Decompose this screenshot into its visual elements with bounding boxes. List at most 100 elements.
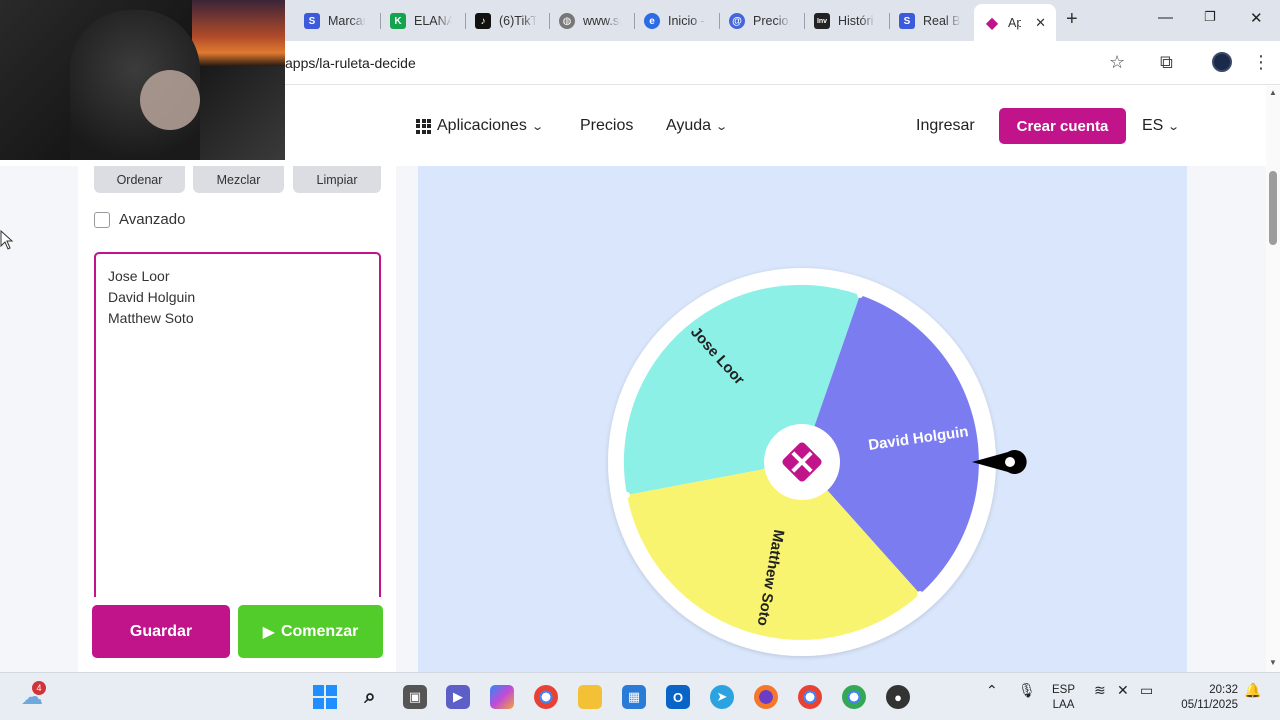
tab-favicon: S xyxy=(899,13,915,29)
language-top: ESP xyxy=(1052,684,1076,696)
chrome-alt-icon[interactable] xyxy=(842,685,866,709)
tab-title: Marcar xyxy=(328,14,366,28)
ruleta-logo-icon: ◆ xyxy=(985,14,999,32)
sort-button[interactable]: Ordenar xyxy=(94,166,185,193)
start-windows-icon[interactable] xyxy=(313,685,337,709)
save-button[interactable]: Guardar xyxy=(92,605,230,658)
tab-active-app[interactable]: ◆ Ap ✕ xyxy=(974,4,1056,41)
apps-grid-icon xyxy=(416,118,431,134)
nav-help-label: Ayuda xyxy=(666,117,712,134)
shuffle-button[interactable]: Mezclar xyxy=(193,166,284,193)
names-textarea[interactable]: Jose Loor David Holguin Matthew Soto xyxy=(94,252,381,597)
search-icon[interactable]: ⌕ xyxy=(358,685,382,709)
tab-tiktok[interactable]: ♪ (6)TikTok xyxy=(465,6,547,36)
clock[interactable]: 20:32 05/11/2025 xyxy=(1172,683,1238,713)
extensions-icon[interactable]: ⧉ xyxy=(1160,52,1173,73)
chevron-down-icon: ⌄ xyxy=(715,120,729,133)
menu-kebab-icon[interactable]: ⋮ xyxy=(1252,52,1270,73)
nav-apps-dropdown[interactable]: Aplicaciones ⌄ xyxy=(416,117,544,135)
tab-inicio[interactable]: e Inicio - xyxy=(634,6,716,36)
wheel-area: Jose Loor David Holguin Matthew Soto xyxy=(418,166,1187,672)
outlook-icon[interactable]: O xyxy=(666,685,690,709)
tab-favicon: S xyxy=(304,13,320,29)
play-icon: ▶ xyxy=(262,623,275,641)
name-line: Matthew Soto xyxy=(108,310,194,326)
teams-icon[interactable]: ▶ xyxy=(446,685,470,709)
tab-title: Ap xyxy=(1008,15,1022,30)
chevron-up-icon[interactable]: ⌃ xyxy=(986,683,998,698)
tab-favicon: e xyxy=(644,13,660,29)
start-button[interactable]: ▶ Comenzar xyxy=(238,605,383,658)
new-tab-button[interactable]: + xyxy=(1066,8,1078,31)
main-content: Ordenar Mezclar Limpiar Avanzado Jose Lo… xyxy=(0,166,1266,672)
scrollbar-thumb[interactable] xyxy=(1269,171,1277,245)
chevron-down-icon: ⌄ xyxy=(1167,120,1181,133)
login-link[interactable]: Ingresar xyxy=(916,117,975,135)
language-bottom: LAA xyxy=(1052,699,1075,711)
mouse-cursor-icon xyxy=(0,230,14,250)
close-window-button[interactable]: ✕ xyxy=(1250,9,1263,27)
store-icon[interactable]: ▦ xyxy=(622,685,646,709)
tab-www[interactable]: ◍ www.sc xyxy=(549,6,631,36)
name-line: David Holguin xyxy=(108,289,196,305)
tab-marcar[interactable]: S Marcar xyxy=(294,6,376,36)
telegram-icon[interactable]: ➤ xyxy=(710,685,734,709)
chevron-down-icon: ⌄ xyxy=(530,120,544,133)
windows-taskbar: ☁ 4 ⌕ ▣ ▶ ▦ O ➤ ● ⌃ 🎙 ESP LAA ≋ ✕ ▭ 20:3… xyxy=(0,672,1280,720)
obs-icon[interactable]: ● xyxy=(886,685,910,709)
tab-title: Históri xyxy=(838,14,874,28)
advanced-label: Avanzado xyxy=(119,211,186,228)
bookmark-star-icon[interactable]: ☆ xyxy=(1109,52,1125,73)
notification-bell-icon[interactable]: 🔔 xyxy=(1244,683,1261,698)
names-panel: Ordenar Mezclar Limpiar Avanzado Jose Lo… xyxy=(78,166,396,672)
copilot-icon[interactable] xyxy=(490,685,514,709)
tab-historico[interactable]: Inv Históri xyxy=(804,6,886,36)
language-selector[interactable]: ES ⌄ xyxy=(1142,117,1181,135)
microphone-icon[interactable]: 🎙 xyxy=(1018,683,1036,698)
tab-real-be[interactable]: S Real Be xyxy=(889,6,971,36)
scroll-up-icon[interactable]: ▲ xyxy=(1269,88,1277,97)
tiktok-icon: ♪ xyxy=(475,13,491,29)
tab-title: Inicio - xyxy=(668,14,705,28)
language-label: ES xyxy=(1142,117,1164,134)
tab-precio[interactable]: @ Precio, xyxy=(719,6,801,36)
file-explorer-icon[interactable] xyxy=(578,685,602,709)
nav-help-dropdown[interactable]: Ayuda ⌄ xyxy=(666,117,729,135)
page-scrollbar[interactable]: ▲ ▼ xyxy=(1266,86,1280,672)
tab-favicon: Inv xyxy=(814,13,830,29)
create-account-button[interactable]: Crear cuenta xyxy=(999,108,1126,144)
minimize-button[interactable]: — xyxy=(1158,9,1173,26)
advanced-checkbox-row[interactable]: Avanzado xyxy=(94,211,185,228)
tab-favicon: K xyxy=(390,13,406,29)
restore-button[interactable]: ❐ xyxy=(1204,9,1216,25)
clear-button[interactable]: Limpiar xyxy=(293,166,381,193)
profile-avatar[interactable] xyxy=(1212,52,1232,72)
wheel-svg[interactable]: Jose Loor David Holguin Matthew Soto xyxy=(418,166,1187,672)
close-icon[interactable]: ✕ xyxy=(1035,15,1046,31)
clock-date: 05/11/2025 xyxy=(1181,699,1238,711)
globe-icon: ◍ xyxy=(559,13,575,29)
tab-elana[interactable]: K ELANA xyxy=(380,6,462,36)
tab-favicon: @ xyxy=(729,13,745,29)
task-view-icon[interactable]: ▣ xyxy=(403,685,427,709)
nav-apps-label: Aplicaciones xyxy=(437,117,527,134)
tab-title: Real Be xyxy=(923,14,961,28)
firefox-icon[interactable] xyxy=(754,685,778,709)
advanced-checkbox[interactable] xyxy=(94,211,110,228)
address-bar[interactable]: apps/la-ruleta-decide xyxy=(285,55,416,71)
volume-muted-icon[interactable]: ✕ xyxy=(1117,683,1129,698)
tab-title: Precio, xyxy=(753,14,791,28)
webcam-overlay xyxy=(0,0,285,160)
chrome-profile-icon[interactable] xyxy=(798,685,822,709)
scroll-down-icon[interactable]: ▼ xyxy=(1269,658,1277,667)
webcam-background-screen xyxy=(192,0,285,66)
chrome-icon[interactable] xyxy=(534,685,558,709)
wifi-icon[interactable]: ≋ xyxy=(1094,683,1106,698)
weather-badge: 4 xyxy=(32,681,46,695)
language-indicator[interactable]: ESP LAA xyxy=(1052,683,1075,713)
tab-title: (6)TikTok xyxy=(499,14,537,28)
name-line: Jose Loor xyxy=(108,268,170,284)
nav-pricing[interactable]: Precios xyxy=(580,117,633,135)
webcam-hand xyxy=(140,70,200,130)
battery-icon[interactable]: ▭ xyxy=(1140,683,1153,698)
